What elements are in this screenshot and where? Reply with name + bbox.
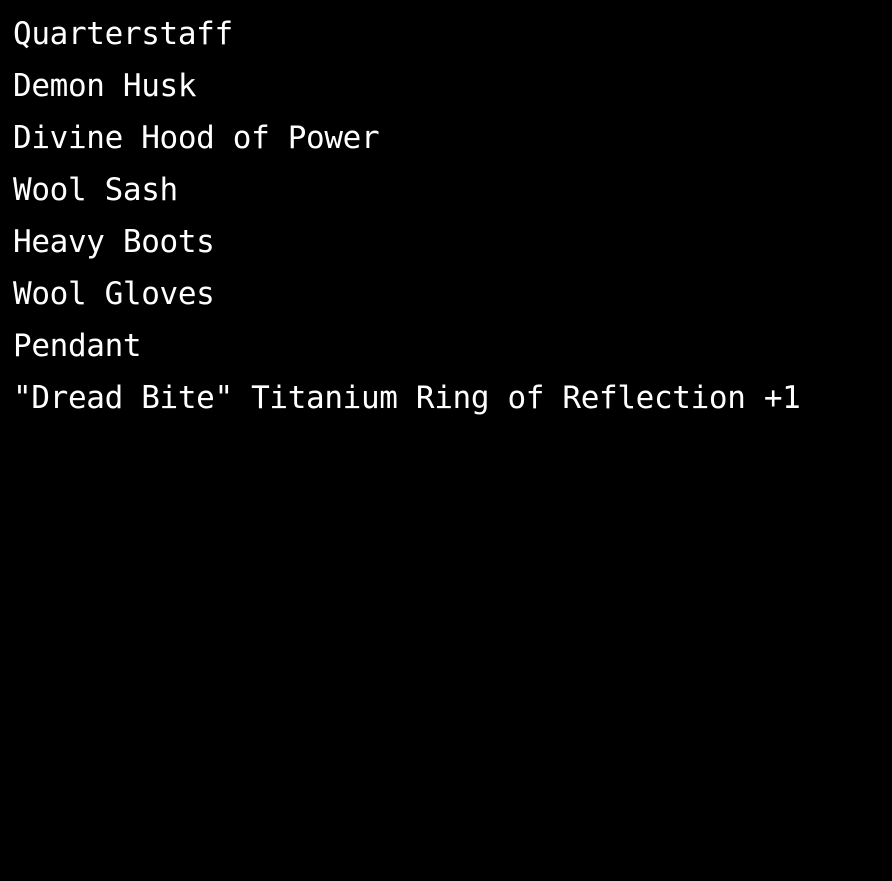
list-item[interactable]: Demon Husk [13, 60, 892, 112]
list-item[interactable]: Heavy Boots [13, 216, 892, 268]
list-item[interactable]: Quarterstaff [13, 8, 892, 60]
terminal-screen: Quarterstaff Demon Husk Divine Hood of P… [0, 0, 892, 881]
list-item[interactable]: Divine Hood of Power [13, 112, 892, 164]
list-item[interactable]: Wool Sash [13, 164, 892, 216]
item-list: Quarterstaff Demon Husk Divine Hood of P… [0, 0, 892, 424]
list-item[interactable]: "Dread Bite" Titanium Ring of Reflection… [13, 372, 892, 424]
list-item[interactable]: Pendant [13, 320, 892, 372]
list-item[interactable]: Wool Gloves [13, 268, 892, 320]
